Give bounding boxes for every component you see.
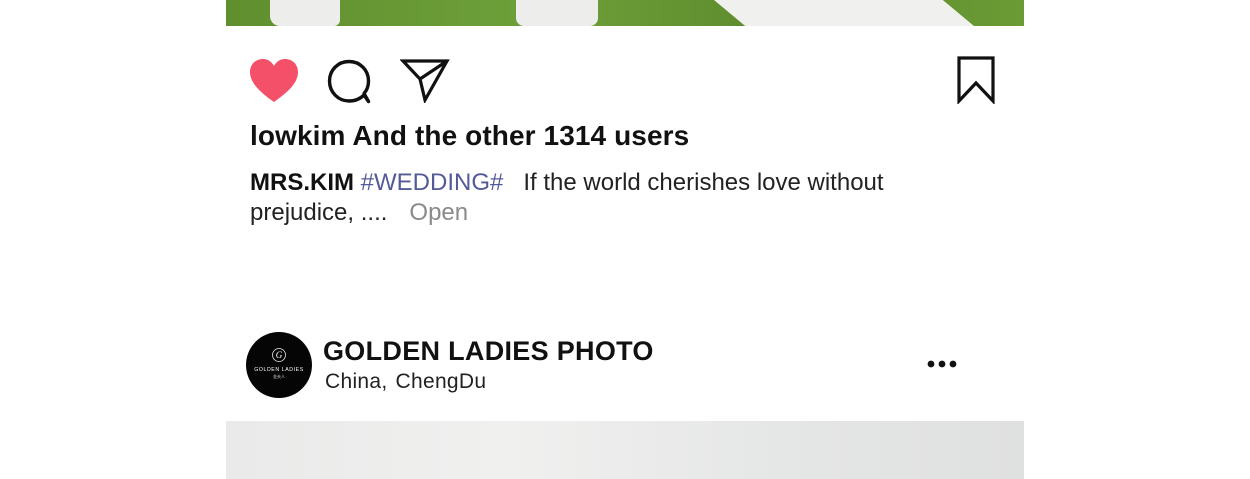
likes-summary[interactable]: lowkim And the other 1314 users: [250, 120, 689, 152]
comment-icon[interactable]: [326, 58, 372, 104]
feed: lowkim And the other 1314 users MRS.KIM …: [226, 0, 1024, 479]
caption-open-link[interactable]: Open: [409, 199, 468, 226]
paper-plane-icon[interactable]: [400, 57, 450, 103]
post-location[interactable]: China, ChengDu: [325, 370, 486, 394]
avatar[interactable]: G GOLDEN LADIES 金夫人: [246, 332, 312, 398]
account-name[interactable]: GOLDEN LADIES PHOTO: [323, 336, 654, 367]
golden-ladies-logo: G GOLDEN LADIES 金夫人: [254, 348, 304, 379]
caption-hashtag[interactable]: #WEDDING#: [361, 169, 504, 196]
previous-post-image[interactable]: [226, 0, 1024, 26]
post-image[interactable]: [226, 421, 1024, 479]
svg-text:金夫人: 金夫人: [273, 373, 285, 379]
heart-icon[interactable]: [248, 58, 300, 104]
caption-username[interactable]: MRS.KIM: [250, 169, 354, 196]
location-country: China,: [325, 370, 388, 393]
svg-text:G: G: [276, 350, 283, 360]
post-caption: MRS.KIM #WEDDING# If the world cherishes…: [250, 168, 930, 228]
svg-text:GOLDEN LADIES: GOLDEN LADIES: [254, 367, 304, 373]
more-horizontal-icon[interactable]: [926, 357, 958, 371]
location-city: ChengDu: [395, 370, 487, 393]
bookmark-icon[interactable]: [956, 56, 996, 104]
